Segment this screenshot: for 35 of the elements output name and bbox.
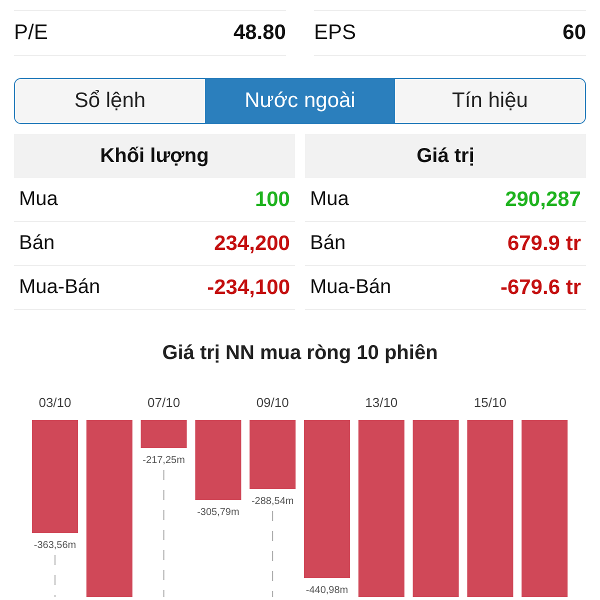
row-label: Mua (310, 188, 349, 211)
row-label: Bán (310, 232, 346, 255)
ratio-value: 48.80 (233, 21, 286, 45)
date-label: 03/10 (38, 395, 72, 410)
tab[interactable]: Tín hiệu (395, 79, 585, 123)
row-label: Mua (19, 188, 58, 211)
row-value: -679.6 tr (500, 276, 581, 300)
ratio-label: EPS (314, 21, 356, 45)
ratio-label: P/E (14, 21, 48, 45)
row-value: 234,200 (214, 232, 290, 256)
value-label: -217,25m (142, 455, 185, 466)
row-label: Mua-Bán (19, 276, 100, 299)
row-value: -234,100 (207, 276, 290, 300)
row-value: 100 (254, 188, 290, 212)
date-label: 13/10 (365, 395, 398, 410)
tab[interactable]: Nước ngoài (205, 79, 395, 123)
dashed-guide-line (54, 554, 56, 597)
row-value: 290,287 (505, 188, 581, 212)
value-label: -440,98m (306, 585, 348, 596)
date-label: 15/10 (474, 395, 506, 410)
date-label: 07/10 (148, 395, 180, 410)
chart-title: Giá trị NN mua ròng 10 phiên (161, 342, 439, 365)
row-value: 679.9 tr (507, 232, 581, 256)
bar (140, 420, 187, 448)
row-label: Bán (19, 232, 55, 255)
table-header: Giá trị (305, 134, 586, 178)
ratio-value: 60 (562, 21, 586, 45)
date-label: 09/10 (256, 395, 289, 410)
table-header: Khối lượng (14, 134, 295, 178)
value-label: -363,56m (34, 540, 76, 551)
row-label: Mua-Bán (310, 276, 392, 299)
value-label: -305,79m (197, 507, 240, 518)
bar (250, 420, 296, 489)
tab[interactable]: Sổ lệnh (15, 79, 205, 123)
value-label: -288,54m (251, 496, 294, 507)
